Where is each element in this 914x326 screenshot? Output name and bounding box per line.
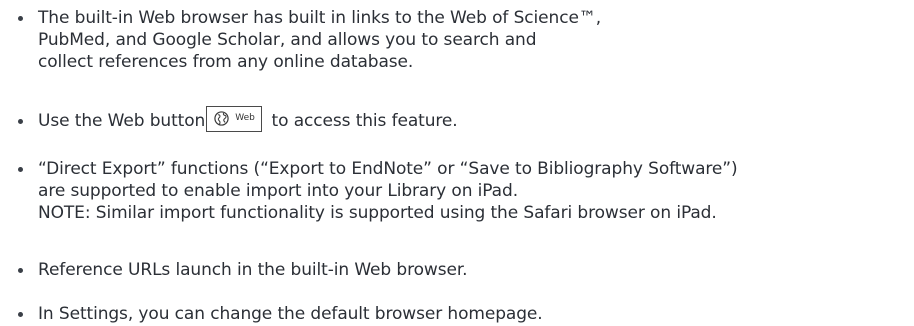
web-button-label: Web [235, 113, 255, 123]
bullet-line: collect references from any online datab… [38, 52, 414, 72]
bullet-text: In Settings, you can change the default … [38, 303, 908, 325]
bullet-dot [18, 119, 23, 124]
bullet-text: The built-in Web browser has built in li… [38, 7, 908, 73]
bullet-list: The built-in Web browser has built in li… [0, 0, 914, 326]
bullet-line: PubMed, and Google Scholar, and allows y… [38, 30, 537, 50]
bullet-line: are supported to enable import into your… [38, 181, 518, 201]
bullet-line: In Settings, you can change the default … [38, 304, 543, 324]
web-button[interactable]: Web [206, 106, 263, 132]
bullet-line: “Direct Export” functions (“Export to En… [38, 159, 738, 179]
bullet-dot [18, 268, 23, 273]
bullet-item-settings: In Settings, you can change the default … [18, 303, 908, 325]
bullet-text-before: Use the Web button [38, 111, 206, 131]
bullet-item-web-browser: The built-in Web browser has built in li… [18, 7, 908, 73]
bullet-text-after: to access this feature. [271, 111, 458, 131]
bullet-item-reference-urls: Reference URLs launch in the built-in We… [18, 259, 908, 281]
bullet-dot [18, 312, 23, 317]
bullet-line: NOTE: Similar import functionality is su… [38, 203, 717, 223]
bullet-text: Use the Web button Web to access this fe… [38, 106, 908, 132]
bullet-dot [18, 167, 23, 172]
bullet-line: The built-in Web browser has built in li… [38, 8, 602, 28]
bullet-item-web-button: Use the Web button Web to access this fe… [18, 106, 908, 132]
bullet-line: Reference URLs launch in the built-in We… [38, 260, 468, 280]
bullet-text: “Direct Export” functions (“Export to En… [38, 158, 908, 224]
bullet-item-direct-export: “Direct Export” functions (“Export to En… [18, 158, 908, 224]
bullet-dot [18, 16, 23, 21]
bullet-text: Reference URLs launch in the built-in We… [38, 259, 908, 281]
globe-icon [214, 111, 229, 126]
